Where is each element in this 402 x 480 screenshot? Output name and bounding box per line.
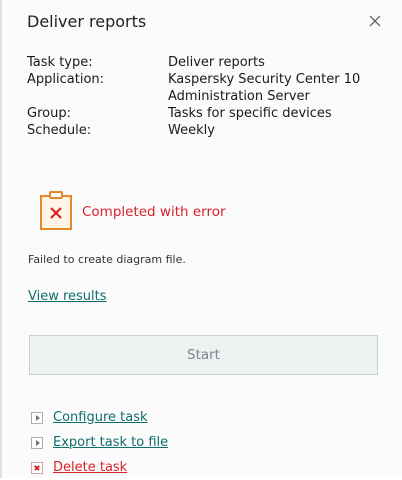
task-actions: Configure task Export task to file Delet… [31,405,168,480]
property-value: Kaspersky Security Center 10 Administrat… [168,72,361,104]
configure-task-link[interactable]: Configure task [53,410,148,425]
property-value: Weekly [168,123,215,138]
export-task-link[interactable]: Export task to file [53,435,168,450]
property-key: Application: [27,72,105,87]
property-key: Group: [27,106,71,121]
property-row-group: Group: Tasks for specific devices [27,105,383,122]
status-text: Completed with error [82,204,226,220]
property-value: Tasks for specific devices [168,106,332,121]
property-row-application: Application: Kaspersky Security Center 1… [27,71,383,105]
delete-x-icon [31,461,43,474]
configure-task-action[interactable]: Configure task [31,405,168,430]
export-task-action[interactable]: Export task to file [31,430,168,455]
start-button[interactable]: Start [29,335,378,375]
property-key: Task type: [27,55,93,70]
status-message: Failed to create diagram file. [28,253,186,266]
property-row-schedule: Schedule: Weekly [27,122,383,139]
property-row-task-type: Task type: Deliver reports [27,54,383,71]
task-properties: Task type: Deliver reports Application: … [27,54,383,139]
task-status: Completed with error [39,191,226,231]
task-details-panel: Deliver reports Task type: Deliver repor… [0,0,402,478]
arrow-right-icon [31,411,43,424]
panel-title: Deliver reports [27,12,147,31]
clipboard-error-icon [39,191,73,231]
arrow-right-icon [31,436,43,449]
delete-task-link[interactable]: Delete task [53,460,127,475]
view-results-link[interactable]: View results [28,289,107,304]
property-value: Deliver reports [168,55,265,70]
close-icon[interactable] [366,12,384,30]
delete-task-action[interactable]: Delete task [31,455,168,480]
property-key: Schedule: [27,123,92,138]
